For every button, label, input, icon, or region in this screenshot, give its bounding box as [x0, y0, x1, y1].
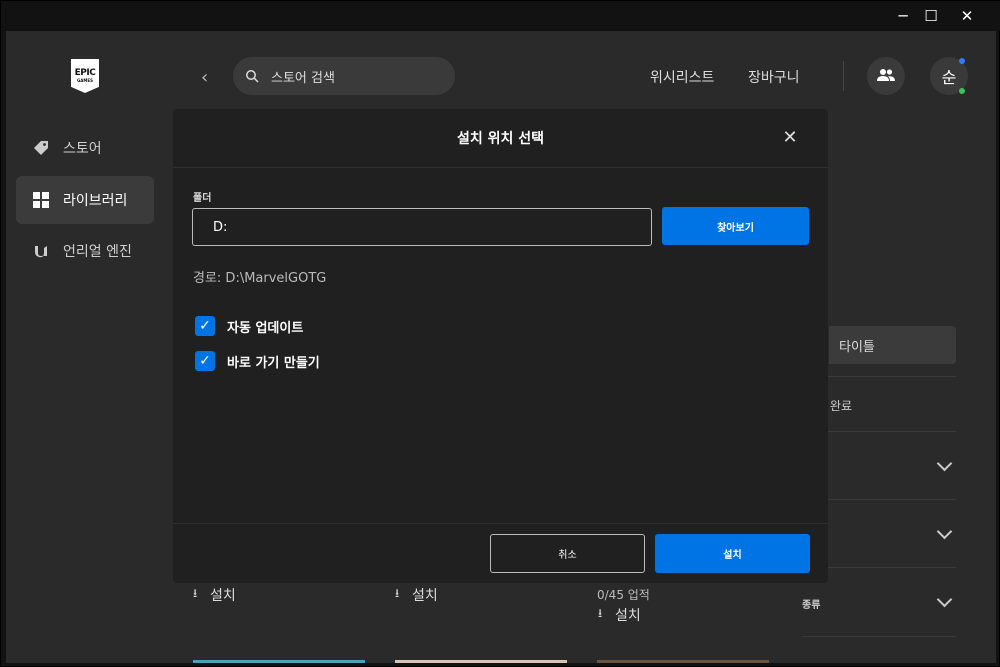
- install-button[interactable]: 설치: [655, 534, 810, 573]
- create-shortcut-label: 바로 가기 만들기: [227, 355, 320, 371]
- sidebar-item-unreal-engine[interactable]: 언리얼 엔진: [16, 227, 154, 275]
- dialog-footer-divider: [173, 523, 828, 524]
- maximize-button[interactable]: ☐: [916, 5, 946, 27]
- friends-icon: [877, 67, 895, 86]
- sidebar-item-label: 언리얼 엔진: [63, 244, 132, 260]
- app-window: ─ ☐ ✕ EPIC GAMES 스토어 라이브러리 언리얼 엔진 ‹ 스토어 …: [0, 0, 1000, 667]
- download-icon: ⭳: [395, 586, 400, 600]
- sidebar-item-label: 스토어: [63, 141, 102, 157]
- close-icon[interactable]: ✕: [779, 126, 801, 148]
- notification-dot: [959, 58, 965, 64]
- launcher-body: EPIC GAMES 스토어 라이브러리 언리얼 엔진 ‹ 스토어 검색 위시리…: [6, 31, 996, 663]
- minimize-button[interactable]: ─: [888, 5, 918, 27]
- header-divider: [843, 61, 844, 91]
- create-shortcut-checkbox[interactable]: ✓ 바로 가기 만들기: [195, 351, 320, 371]
- wishlist-link[interactable]: 위시리스트: [650, 67, 714, 87]
- search-placeholder: 스토어 검색: [271, 70, 335, 86]
- cancel-button[interactable]: 취소: [490, 534, 645, 573]
- epic-games-logo[interactable]: EPIC GAMES: [71, 59, 99, 93]
- checkmark-icon: ✓: [195, 316, 215, 336]
- install-link-1[interactable]: ⭳ 설치: [193, 584, 236, 605]
- tag-icon: [33, 140, 49, 156]
- close-window-button[interactable]: ✕: [952, 5, 982, 27]
- browse-button[interactable]: 찾아보기: [662, 207, 809, 245]
- chevron-down-icon: [936, 455, 953, 472]
- chevron-down-icon: [936, 591, 953, 608]
- install-link-2[interactable]: ⭳ 설치: [395, 584, 438, 605]
- game-thumbnail[interactable]: [597, 660, 769, 663]
- checkmark-icon: ✓: [195, 351, 215, 371]
- filter-genre-label: 종류: [802, 600, 821, 611]
- grid-icon: [33, 192, 49, 208]
- auto-update-label: 자동 업데이트: [227, 320, 304, 336]
- sidebar-item-library[interactable]: 라이브러리: [16, 176, 154, 224]
- search-icon: [245, 69, 259, 83]
- sidebar-item-label: 라이브러리: [63, 193, 128, 209]
- folder-label: 폴더: [193, 193, 212, 204]
- install-link-3[interactable]: ⭳ 설치: [598, 604, 641, 625]
- sidebar-item-store[interactable]: 스토어: [16, 124, 154, 172]
- online-status-dot: [959, 88, 965, 94]
- auto-update-checkbox[interactable]: ✓ 자동 업데이트: [195, 316, 303, 336]
- title-bar: ─ ☐ ✕: [1, 1, 1000, 31]
- install-path: 경로: D:\MarvelGOTG: [193, 271, 327, 286]
- filter-completed-label: 완료: [830, 399, 853, 413]
- game-thumbnail[interactable]: [193, 660, 365, 663]
- friends-button[interactable]: [867, 57, 905, 95]
- search-bar[interactable]: 스토어 검색: [233, 57, 455, 95]
- achievements-count: 0/45 업적: [597, 588, 650, 602]
- download-icon: ⭳: [598, 606, 603, 620]
- game-thumbnail[interactable]: [395, 660, 567, 663]
- folder-input[interactable]: D:: [192, 208, 652, 246]
- chevron-down-icon: [936, 523, 953, 540]
- dialog-title: 설치 위치 선택: [173, 109, 828, 168]
- cart-link[interactable]: 장바구니: [748, 67, 800, 87]
- download-icon: ⭳: [193, 586, 198, 600]
- unreal-icon: [33, 243, 49, 259]
- install-location-dialog: 설치 위치 선택 ✕ 폴더 D: 찾아보기 경로: D:\MarvelGOTG …: [173, 109, 828, 583]
- back-arrow-icon[interactable]: ‹: [201, 67, 208, 88]
- filter-tab-title[interactable]: 타이틀: [829, 326, 956, 364]
